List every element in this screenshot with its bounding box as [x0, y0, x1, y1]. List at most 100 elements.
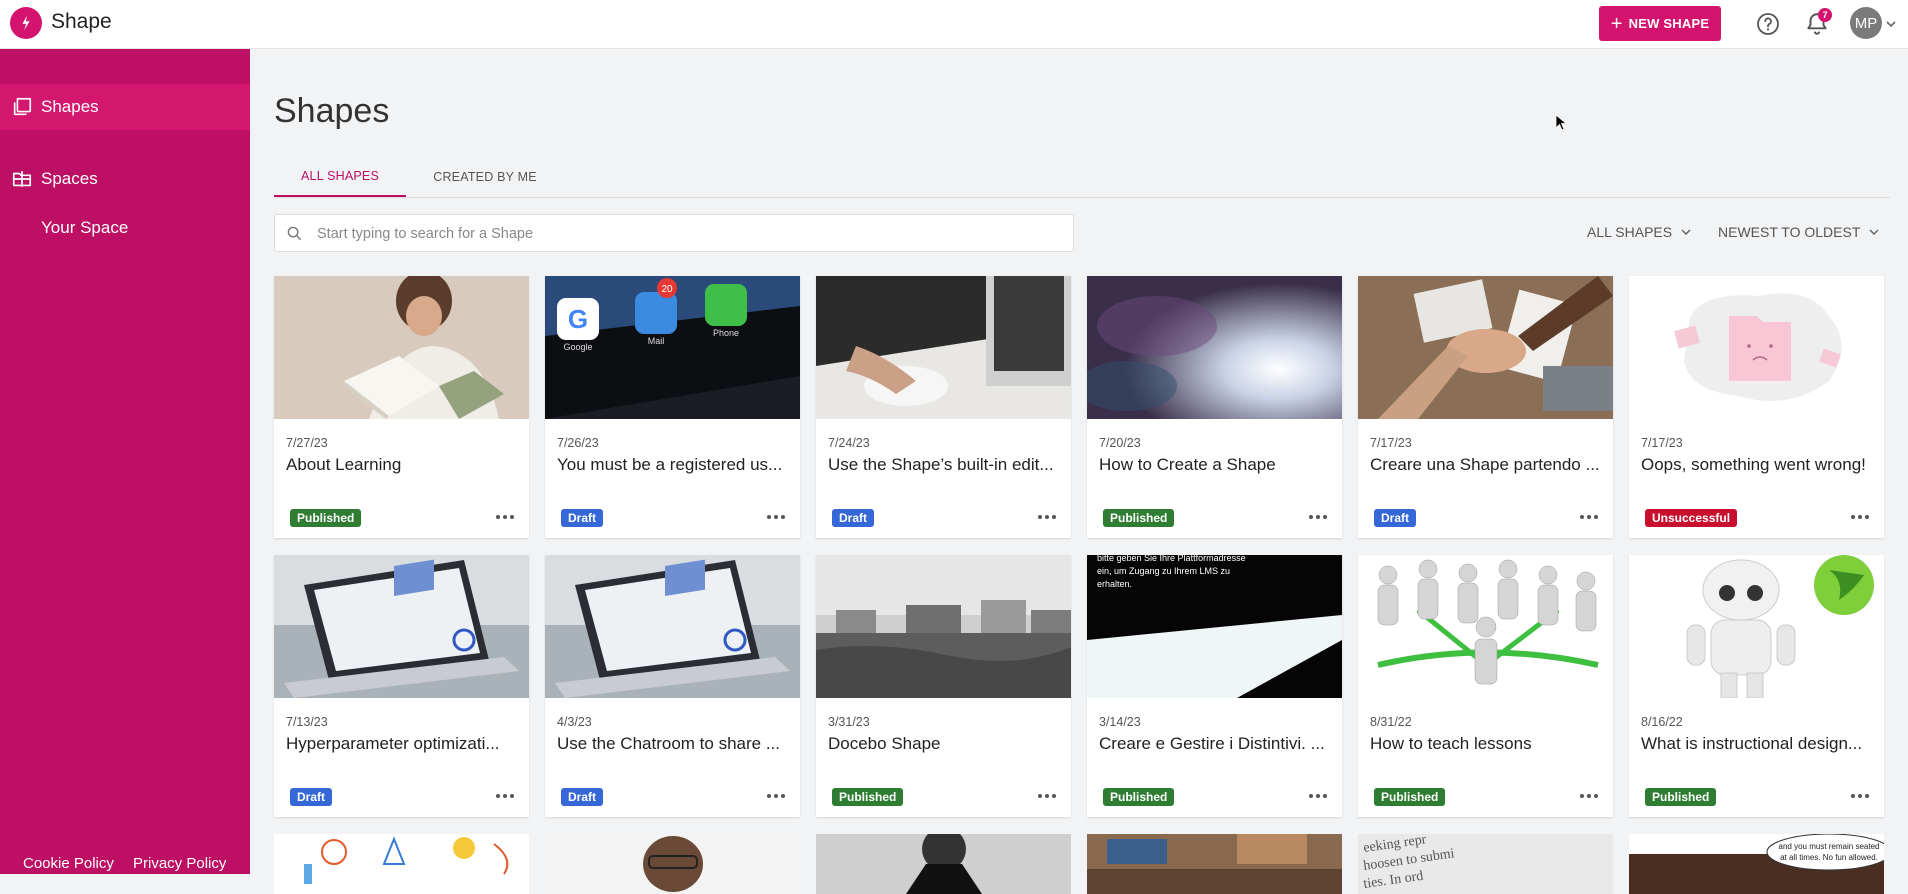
- card-date: 7/13/23: [286, 715, 328, 729]
- top-bar: Shape + NEW SHAPE 7 MP: [0, 0, 1908, 49]
- sidebar-item-label: Spaces: [41, 169, 98, 188]
- status-badge: Draft: [832, 509, 875, 527]
- more-options-icon[interactable]: [765, 512, 787, 522]
- thumbnail-text: erhalten.: [1097, 579, 1132, 589]
- shape-card[interactable]: 7/17/23 Oops, something went wrong! Unsu…: [1629, 276, 1884, 538]
- shape-card[interactable]: 4/3/23 Use the Chatroom to share ... Dra…: [545, 555, 800, 817]
- shape-card[interactable]: 7/13/23 Hyperparameter optimizati... Dra…: [274, 555, 529, 817]
- card-thumbnail: [1629, 276, 1884, 419]
- privacy-policy-link[interactable]: Privacy Policy: [133, 855, 226, 872]
- tab-all-shapes[interactable]: ALL SHAPES: [274, 157, 406, 197]
- mouse-cursor-icon: [1555, 114, 1567, 131]
- status-badge: Draft: [290, 788, 333, 806]
- more-options-icon[interactable]: [1036, 512, 1058, 522]
- more-options-icon[interactable]: [1578, 512, 1600, 522]
- card-title[interactable]: Docebo Shape: [828, 734, 1064, 754]
- card-title[interactable]: Creare una Shape partendo ...: [1370, 455, 1606, 475]
- more-options-icon[interactable]: [1849, 512, 1871, 522]
- sort-order-label: NEWEST TO OLDEST: [1718, 224, 1861, 240]
- more-options-icon[interactable]: [1036, 791, 1058, 801]
- shape-card-partial[interactable]: [545, 834, 800, 894]
- status-badge: Published: [1374, 788, 1446, 806]
- card-date: 7/17/23: [1641, 436, 1683, 450]
- shape-card[interactable]: 8/31/22 How to teach lessons Published: [1358, 555, 1613, 817]
- more-options-icon[interactable]: [1307, 791, 1329, 801]
- shape-card[interactable]: 7/20/23 How to Create a Shape Published: [1087, 276, 1342, 538]
- tab-created-by-me[interactable]: CREATED BY ME: [420, 157, 550, 197]
- help-icon[interactable]: [1756, 12, 1780, 36]
- sidebar-item-your-space[interactable]: Your Space: [41, 218, 128, 238]
- shape-card[interactable]: 3/31/23 Docebo Shape Published: [816, 555, 1071, 817]
- search-icon: [287, 226, 302, 241]
- more-options-icon[interactable]: [765, 791, 787, 801]
- type-filter-dropdown[interactable]: ALL SHAPES: [1587, 224, 1692, 240]
- card-title[interactable]: Use the Chatroom to share ...: [557, 734, 793, 754]
- sidebar-item-spaces[interactable]: Spaces: [0, 156, 250, 202]
- shape-card-partial[interactable]: [816, 834, 1071, 894]
- status-badge: Draft: [561, 509, 604, 527]
- shape-card[interactable]: 7/17/23 Creare una Shape partendo ... Dr…: [1358, 276, 1613, 538]
- card-thumbnail: [1629, 555, 1884, 698]
- card-date: 7/26/23: [557, 436, 599, 450]
- shape-card-partial[interactable]: [1087, 834, 1342, 894]
- sort-order-dropdown[interactable]: NEWEST TO OLDEST: [1718, 224, 1880, 240]
- status-badge: Published: [1103, 788, 1175, 806]
- card-title[interactable]: How to Create a Shape: [1099, 455, 1335, 475]
- new-shape-button[interactable]: + NEW SHAPE: [1599, 6, 1721, 41]
- type-filter-label: ALL SHAPES: [1587, 224, 1673, 240]
- more-options-icon[interactable]: [1307, 512, 1329, 522]
- chevron-down-icon[interactable]: [1885, 18, 1897, 30]
- card-title[interactable]: You must be a registered us...: [557, 455, 793, 475]
- status-badge: Draft: [561, 788, 604, 806]
- card-date: 7/27/23: [286, 436, 328, 450]
- status-badge: Published: [1645, 788, 1717, 806]
- shape-card-partial[interactable]: eeking repr hoosen to submi ties. In ord: [1358, 834, 1613, 894]
- card-title[interactable]: Use the Shape’s built-in edit...: [828, 455, 1064, 475]
- shape-card[interactable]: bitte geben Sie Ihre Plattformadresse ei…: [1087, 555, 1342, 817]
- shape-card[interactable]: 7/24/23 Use the Shape’s built-in edit...…: [816, 276, 1071, 538]
- more-options-icon[interactable]: [1849, 791, 1871, 801]
- status-badge: Unsuccessful: [1645, 509, 1738, 527]
- card-thumbnail: [545, 555, 800, 698]
- more-options-icon[interactable]: [494, 791, 516, 801]
- sidebar-item-shapes[interactable]: Shapes: [0, 84, 250, 130]
- shape-card[interactable]: G 20 Google Mail Phone 7/26/23 You must …: [545, 276, 800, 538]
- mail-count-badge: 20: [661, 284, 673, 295]
- card-date: 7/24/23: [828, 436, 870, 450]
- search-bar[interactable]: [274, 214, 1074, 253]
- more-options-icon[interactable]: [494, 512, 516, 522]
- status-badge: Draft: [1374, 509, 1417, 527]
- card-thumbnail: [1358, 555, 1613, 698]
- user-avatar[interactable]: MP: [1850, 7, 1882, 39]
- shape-logo-icon[interactable]: [10, 7, 42, 39]
- more-options-icon[interactable]: [1578, 791, 1600, 801]
- page-title: Shapes: [274, 92, 390, 130]
- card-thumbnail: [1087, 276, 1342, 419]
- status-badge: Published: [1103, 509, 1175, 527]
- card-thumbnail: [1358, 276, 1613, 419]
- notification-count-badge: 7: [1818, 8, 1832, 22]
- thumbnail-text: ein, um Zugang zu Ihrem LMS zu: [1097, 566, 1230, 576]
- card-thumbnail: G 20 Google Mail Phone: [545, 276, 800, 419]
- chevron-down-icon: [1869, 229, 1879, 236]
- add-space-icon[interactable]: [11, 168, 33, 190]
- shape-card[interactable]: 8/16/22 What is instructional design... …: [1629, 555, 1884, 817]
- cookie-policy-link[interactable]: Cookie Policy: [23, 855, 114, 872]
- card-title[interactable]: Creare e Gestire i Distintivi. ...: [1099, 734, 1335, 754]
- shape-card-partial[interactable]: [274, 834, 529, 894]
- card-thumbnail: [1087, 834, 1342, 894]
- sidebar: Shapes Spaces Your Space Cookie Policy P…: [0, 49, 250, 874]
- card-title[interactable]: How to teach lessons: [1370, 734, 1606, 754]
- card-title[interactable]: Oops, something went wrong!: [1641, 455, 1877, 475]
- card-title[interactable]: About Learning: [286, 455, 522, 475]
- shape-card[interactable]: 7/27/23 About Learning Published: [274, 276, 529, 538]
- card-title[interactable]: Hyperparameter optimizati...: [286, 734, 522, 754]
- app-name[interactable]: Shape: [51, 10, 112, 34]
- card-title[interactable]: What is instructional design...: [1641, 734, 1877, 754]
- search-input[interactable]: [315, 215, 1059, 253]
- card-thumbnail: [274, 276, 529, 419]
- status-badge: Published: [290, 509, 362, 527]
- card-date: 4/3/23: [557, 715, 592, 729]
- card-date: 7/20/23: [1099, 436, 1141, 450]
- shape-card-partial[interactable]: and you must remain seated at all times.…: [1629, 834, 1884, 894]
